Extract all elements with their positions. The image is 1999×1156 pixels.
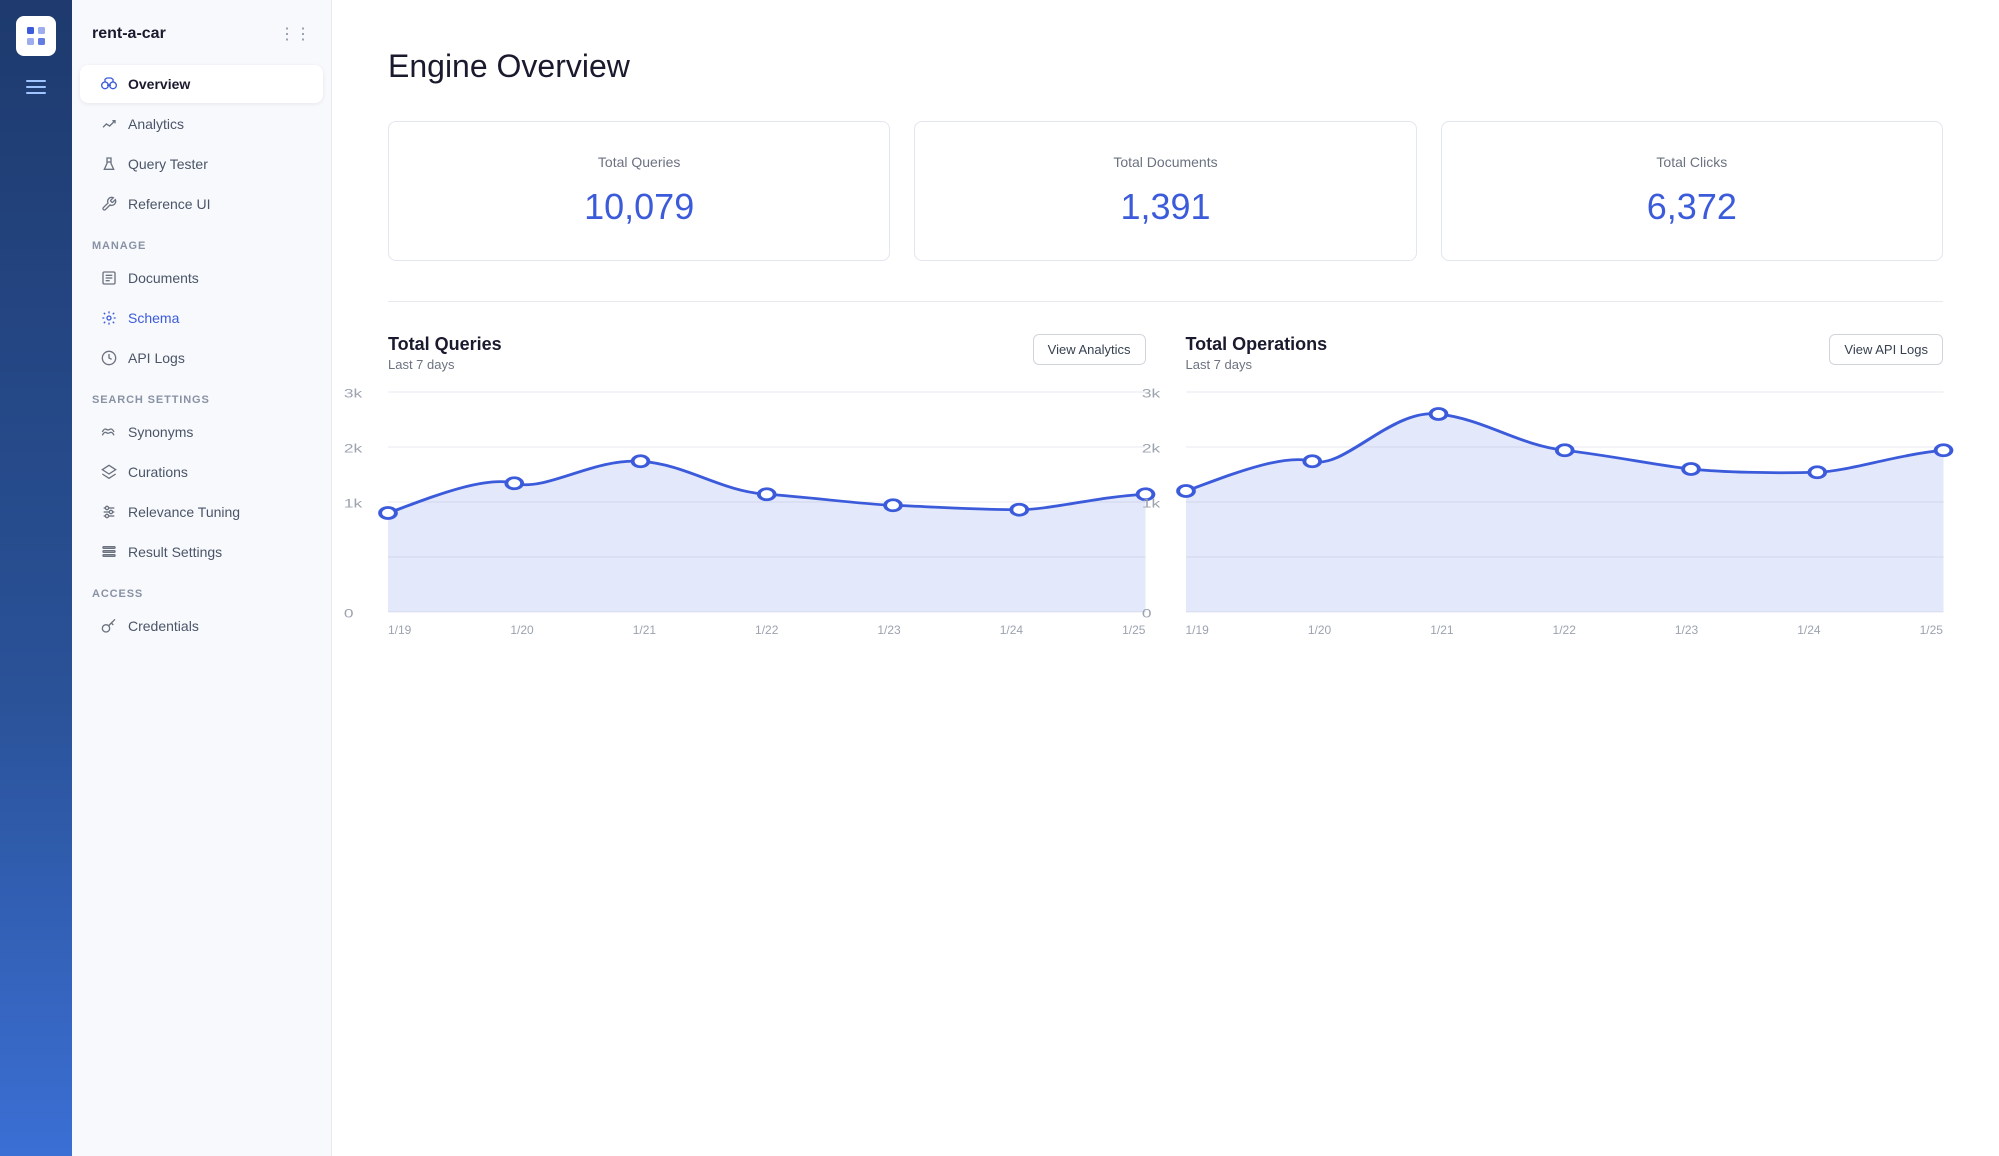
x-label-ops-4: 1/23: [1675, 623, 1698, 637]
flask-icon: [100, 155, 118, 173]
sidebar-item-credentials-label: Credentials: [128, 618, 199, 634]
grid-icon[interactable]: ⋮⋮: [279, 24, 311, 44]
stat-value-0: 10,079: [413, 186, 865, 228]
sidebar-item-curations[interactable]: Curations: [80, 453, 323, 491]
svg-text:1k: 1k: [1141, 497, 1160, 511]
x-label-ops-0: 1/19: [1186, 623, 1209, 637]
x-label-6: 1/25: [1122, 623, 1145, 637]
chart-svg-queries: 3k 2k 1k 0: [388, 392, 1146, 612]
x-label-ops-6: 1/25: [1920, 623, 1943, 637]
docs-icon: [100, 269, 118, 287]
sidebar-item-result-settings[interactable]: Result Settings: [80, 533, 323, 571]
x-label-4: 1/23: [877, 623, 900, 637]
sidebar-item-curations-label: Curations: [128, 464, 188, 480]
stat-value-1: 1,391: [939, 186, 1391, 228]
stat-value-2: 6,372: [1466, 186, 1918, 228]
sidebar-item-query-tester-label: Query Tester: [128, 156, 208, 172]
sidebar: rent-a-car ⋮⋮ Overview Analytics: [72, 0, 332, 1156]
manage-section-label: MANAGE: [72, 224, 331, 258]
view-api-logs-button[interactable]: View API Logs: [1829, 334, 1943, 365]
sidebar-item-analytics[interactable]: Analytics: [80, 105, 323, 143]
x-label-5: 1/24: [1000, 623, 1023, 637]
sidebar-item-synonyms-label: Synonyms: [128, 424, 193, 440]
app-name: rent-a-car: [92, 25, 166, 43]
layers-icon: [100, 463, 118, 481]
x-label-ops-3: 1/22: [1553, 623, 1576, 637]
stat-cards: Total Queries 10,079 Total Documents 1,3…: [388, 121, 1943, 261]
hamburger-menu[interactable]: [26, 80, 46, 94]
sidebar-item-documents-label: Documents: [128, 270, 199, 286]
sidebar-item-analytics-label: Analytics: [128, 116, 184, 132]
svg-text:0: 0: [344, 607, 354, 621]
sidebar-item-relevance-tuning[interactable]: Relevance Tuning: [80, 493, 323, 531]
binoculars-icon: [100, 75, 118, 93]
x-label-2: 1/21: [633, 623, 656, 637]
x-label-1: 1/20: [510, 623, 533, 637]
app-logo[interactable]: [16, 16, 56, 56]
key-icon: [100, 617, 118, 635]
chart-total-operations: Total Operations Last 7 days View API Lo…: [1186, 334, 1944, 612]
sidebar-item-schema-label: Schema: [128, 310, 179, 326]
chart-up-icon: [100, 115, 118, 133]
chart-subtitle-queries: Last 7 days: [388, 357, 502, 372]
sidebar-item-credentials[interactable]: Credentials: [80, 607, 323, 645]
gear-icon: [100, 309, 118, 327]
chart-title-label-operations: Total Operations: [1186, 334, 1328, 355]
x-label-ops-2: 1/21: [1430, 623, 1453, 637]
sidebar-item-result-settings-label: Result Settings: [128, 544, 222, 560]
x-label-3: 1/22: [755, 623, 778, 637]
sidebar-item-documents[interactable]: Documents: [80, 259, 323, 297]
stat-label-2: Total Clicks: [1466, 154, 1918, 170]
chart-subtitle-operations: Last 7 days: [1186, 357, 1328, 372]
wrench-icon: [100, 195, 118, 213]
wave-icon: [100, 423, 118, 441]
x-label-ops-5: 1/24: [1797, 623, 1820, 637]
main-content: Engine Overview Total Queries 10,079 Tot…: [332, 0, 1999, 1156]
left-rail: [0, 0, 72, 1156]
chart-total-queries: Total Queries Last 7 days View Analytics…: [388, 334, 1146, 612]
x-label-0: 1/19: [388, 623, 411, 637]
sidebar-item-reference-ui-label: Reference UI: [128, 196, 210, 212]
chart-header-operations: Total Operations Last 7 days View API Lo…: [1186, 334, 1944, 372]
view-analytics-button[interactable]: View Analytics: [1033, 334, 1146, 365]
sidebar-item-reference-ui[interactable]: Reference UI: [80, 185, 323, 223]
svg-text:3k: 3k: [1141, 387, 1160, 401]
sidebar-item-overview-label: Overview: [128, 76, 190, 92]
x-label-ops-1: 1/20: [1308, 623, 1331, 637]
sidebar-item-api-logs-label: API Logs: [128, 350, 185, 366]
search-settings-label: SEARCH SETTINGS: [72, 378, 331, 412]
stat-label-1: Total Documents: [939, 154, 1391, 170]
sidebar-item-synonyms[interactable]: Synonyms: [80, 413, 323, 451]
section-divider: [388, 301, 1943, 302]
stat-card-total-documents: Total Documents 1,391: [914, 121, 1416, 261]
svg-text:2k: 2k: [344, 442, 363, 456]
stat-card-total-clicks: Total Clicks 6,372: [1441, 121, 1943, 261]
sidebar-item-relevance-tuning-label: Relevance Tuning: [128, 504, 240, 520]
chart-title-operations: Total Operations Last 7 days: [1186, 334, 1328, 372]
svg-text:0: 0: [1141, 607, 1151, 621]
chart-area-operations: 3k 2k 1k 0 1: [1186, 392, 1944, 612]
clock-icon: [100, 349, 118, 367]
chart-title-queries: Total Queries Last 7 days: [388, 334, 502, 372]
sidebar-item-schema[interactable]: Schema: [80, 299, 323, 337]
sliders-icon: [100, 503, 118, 521]
stat-label-0: Total Queries: [413, 154, 865, 170]
sidebar-item-api-logs[interactable]: API Logs: [80, 339, 323, 377]
stat-card-total-queries: Total Queries 10,079: [388, 121, 890, 261]
access-label: ACCESS: [72, 572, 331, 606]
chart-svg-operations: 3k 2k 1k 0: [1186, 392, 1944, 612]
svg-text:3k: 3k: [344, 387, 363, 401]
chart-header-queries: Total Queries Last 7 days View Analytics: [388, 334, 1146, 372]
sidebar-item-query-tester[interactable]: Query Tester: [80, 145, 323, 183]
app-name-row: rent-a-car ⋮⋮: [72, 16, 331, 64]
charts-row: Total Queries Last 7 days View Analytics…: [388, 334, 1943, 612]
chart-title-label-queries: Total Queries: [388, 334, 502, 355]
list-icon: [100, 543, 118, 561]
svg-text:1k: 1k: [344, 497, 363, 511]
svg-text:2k: 2k: [1141, 442, 1160, 456]
page-title: Engine Overview: [388, 48, 1943, 85]
chart-area-queries: 3k 2k 1k 0: [388, 392, 1146, 612]
sidebar-item-overview[interactable]: Overview: [80, 65, 323, 103]
